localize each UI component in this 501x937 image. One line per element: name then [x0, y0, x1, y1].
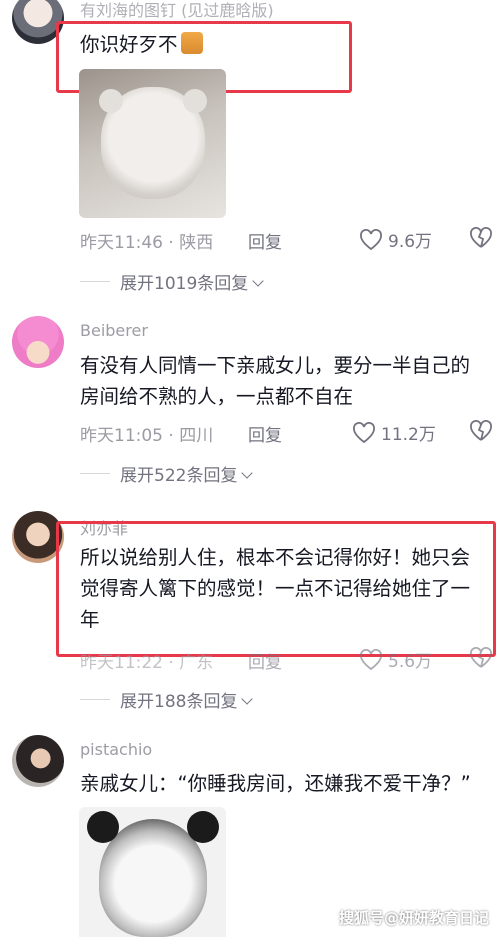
comment-time: 昨天11:46 — [80, 233, 163, 253]
comment-time: 昨天11:05 — [80, 426, 163, 446]
comment-text: 所以说给别人住，根本不会记得你好！她只会觉得寄人篱下的感觉！一点不记得给她住了一… — [80, 546, 471, 631]
expand-divider — [80, 281, 110, 282]
broken-heart-icon — [470, 647, 492, 668]
like-count: 5.6万 — [388, 652, 433, 672]
comment-username[interactable]: pistachio — [80, 740, 152, 759]
like-count: 9.6万 — [388, 232, 433, 252]
expand-replies-button[interactable]: 展开522条回复 — [120, 461, 254, 486]
bear-ear-right — [183, 89, 207, 113]
cat-emoji-icon — [180, 32, 203, 54]
dislike-button[interactable] — [469, 227, 493, 253]
comment-meta: 昨天11:46 · 陕西 — [80, 233, 214, 253]
expand-replies-label: 展开188条回复 — [120, 692, 238, 712]
reply-button[interactable]: 回复 — [248, 648, 282, 673]
reply-button[interactable]: 回复 — [248, 228, 282, 253]
panda-ear-right — [187, 811, 219, 843]
dislike-button[interactable] — [469, 647, 493, 673]
heart-icon — [353, 421, 375, 443]
comment-text: 亲戚女儿：“你睡我房间，还嫌我不爱干净？” — [80, 772, 471, 795]
panda-ear-left — [87, 811, 119, 843]
comment-username[interactable]: Beiberer — [80, 321, 148, 340]
comment-text: 有没有人同情一下亲戚女儿，要分一半自己的房间给不熟的人，一点都不自在 — [80, 354, 471, 408]
expand-divider — [80, 699, 110, 700]
avatar[interactable] — [12, 735, 64, 787]
expand-replies-label: 展开522条回复 — [120, 466, 238, 486]
expand-replies-button[interactable]: 展开1019条回复 — [120, 269, 264, 294]
chevron-down-icon — [252, 275, 264, 287]
broken-heart-icon — [470, 227, 492, 248]
comment-meta: 昨天11:05 · 四川 — [80, 426, 214, 446]
bear-ear-left — [99, 89, 123, 113]
expand-replies-button[interactable]: 展开188条回复 — [120, 687, 254, 712]
comment-location: 广东 — [179, 653, 214, 673]
dislike-button[interactable] — [469, 420, 493, 446]
like-count: 11.2万 — [381, 425, 436, 445]
chevron-down-icon — [241, 467, 254, 479]
avatar[interactable] — [12, 316, 64, 368]
expand-replies-label: 展开1019条回复 — [120, 274, 249, 294]
comment-username[interactable]: 有刘海的图钉 (见过鹿晗版) — [80, 0, 274, 21]
comment-image[interactable] — [79, 807, 226, 937]
reply-button[interactable]: 回复 — [248, 421, 282, 446]
watermark: 搜狐号@妍妍教育日记 — [338, 909, 489, 927]
chevron-down-icon — [241, 693, 254, 705]
like-button[interactable]: 11.2万 — [352, 420, 436, 445]
comment-location: 四川 — [179, 426, 214, 446]
comment-time: 昨天11:22 — [80, 653, 163, 673]
comment-location: 陕西 — [179, 233, 214, 253]
like-button[interactable]: 9.6万 — [359, 227, 432, 252]
comment-text-content: 你识好歹不 — [80, 33, 178, 56]
comment-meta: 昨天11:22 · 广东 — [80, 653, 214, 673]
expand-divider — [80, 473, 110, 474]
comment-text: 你识好歹不 — [80, 29, 203, 60]
comment-image[interactable] — [79, 69, 226, 218]
broken-heart-icon — [470, 420, 492, 441]
heart-icon — [360, 228, 382, 250]
like-button[interactable]: 5.6万 — [359, 647, 432, 672]
heart-icon — [360, 648, 382, 670]
